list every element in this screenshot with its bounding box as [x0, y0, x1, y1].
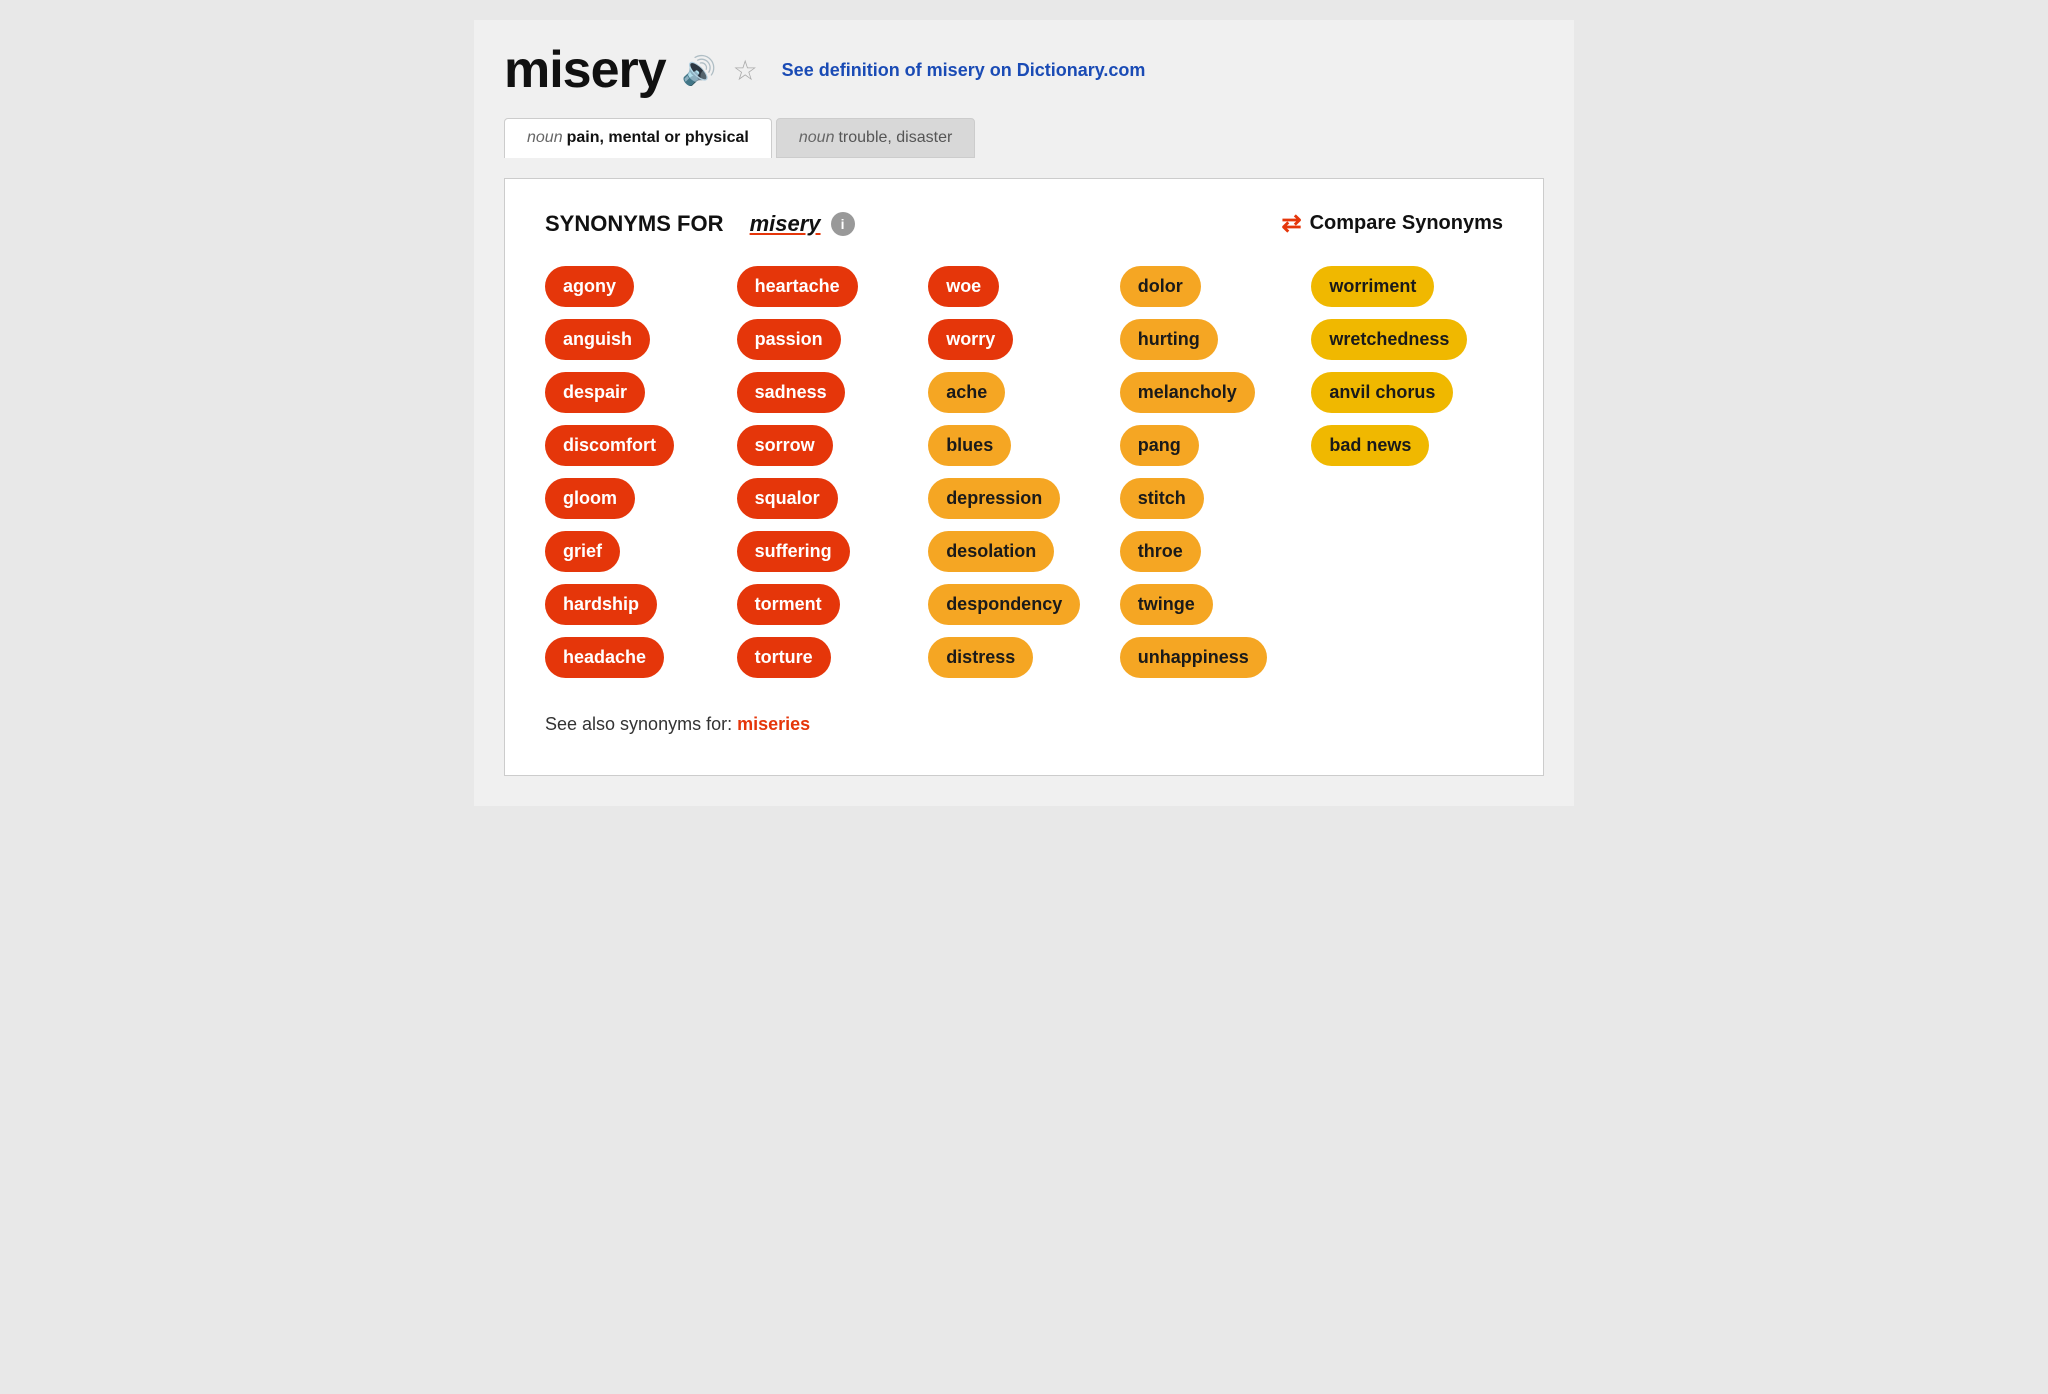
synonym-col-1: agony anguish despair discomfort gloom grief h…	[545, 266, 737, 678]
synonym-pill[interactable]: twinge	[1120, 584, 1213, 625]
synonym-pill[interactable]: sadness	[737, 372, 845, 413]
word-title: misery	[504, 40, 666, 100]
synonyms-title: SYNONYMS FOR misery i	[545, 211, 855, 237]
synonym-pill[interactable]: unhappiness	[1120, 637, 1267, 678]
synonym-pill[interactable]: desolation	[928, 531, 1054, 572]
synonym-pill[interactable]: hardship	[545, 584, 657, 625]
tab2-pos: noun	[799, 129, 835, 146]
synonym-pill[interactable]: squalor	[737, 478, 838, 519]
synonym-col-5: worriment wretchedness anvil chorus bad new…	[1311, 266, 1503, 678]
synonym-pill[interactable]: sorrow	[737, 425, 833, 466]
tab2-desc: trouble, disaster	[838, 129, 952, 146]
synonym-pill[interactable]: despair	[545, 372, 645, 413]
speaker-icon[interactable]: 🔊	[682, 54, 717, 87]
synonym-pill[interactable]: gloom	[545, 478, 635, 519]
synonym-pill[interactable]: distress	[928, 637, 1033, 678]
synonyms-grid: agony anguish despair discomfort gloom grief h…	[545, 266, 1503, 678]
see-also: See also synonyms for: miseries	[545, 714, 1503, 735]
synonym-pill[interactable]: worriment	[1311, 266, 1434, 307]
synonym-pill[interactable]: agony	[545, 266, 634, 307]
synonym-pill[interactable]: headache	[545, 637, 664, 678]
tab1-desc: pain, mental or physical	[567, 129, 749, 146]
compare-arrows-icon: ⇄	[1282, 209, 1302, 238]
tabs-container: nounpain, mental or physical nountrouble…	[504, 118, 1544, 158]
compare-label: Compare Synonyms	[1310, 212, 1503, 235]
synonym-pill[interactable]: blues	[928, 425, 1011, 466]
content-box: SYNONYMS FOR misery i ⇄ Compare Synonyms…	[504, 178, 1544, 776]
synonym-pill[interactable]: worry	[928, 319, 1013, 360]
synonym-pill[interactable]: heartache	[737, 266, 858, 307]
page-wrapper: misery 🔊 ☆ See definition of misery on D…	[474, 20, 1574, 806]
synonym-col-4: dolor hurting melancholy pang stitch throe twi…	[1120, 266, 1312, 678]
synonym-pill[interactable]: depression	[928, 478, 1060, 519]
synonym-pill[interactable]: melancholy	[1120, 372, 1255, 413]
synonym-pill[interactable]: stitch	[1120, 478, 1204, 519]
synonym-col-2: heartache passion sadness sorrow squalor suff…	[737, 266, 929, 678]
synonym-pill[interactable]: suffering	[737, 531, 850, 572]
info-icon[interactable]: i	[831, 212, 855, 236]
star-icon[interactable]: ☆	[733, 54, 758, 87]
synonym-col-3: woe worry ache blues depression desolation des…	[928, 266, 1120, 678]
synonym-pill[interactable]: torture	[737, 637, 831, 678]
synonym-pill[interactable]: despondency	[928, 584, 1080, 625]
synonym-pill[interactable]: dolor	[1120, 266, 1201, 307]
synonym-pill[interactable]: pang	[1120, 425, 1199, 466]
synonym-pill[interactable]: hurting	[1120, 319, 1218, 360]
synonym-pill[interactable]: ache	[928, 372, 1005, 413]
synonym-pill[interactable]: grief	[545, 531, 620, 572]
synonym-pill[interactable]: torment	[737, 584, 840, 625]
synonyms-word: misery	[750, 211, 821, 237]
synonyms-prefix: SYNONYMS FOR	[545, 211, 723, 237]
synonym-pill[interactable]: throe	[1120, 531, 1201, 572]
tab-trouble[interactable]: nountrouble, disaster	[776, 118, 975, 158]
synonym-pill[interactable]: passion	[737, 319, 841, 360]
synonym-pill[interactable]: anvil chorus	[1311, 372, 1453, 413]
see-also-link[interactable]: miseries	[737, 714, 810, 734]
compare-synonyms-button[interactable]: ⇄ Compare Synonyms	[1282, 209, 1504, 238]
synonym-pill[interactable]: discomfort	[545, 425, 674, 466]
tab1-pos: noun	[527, 129, 563, 146]
header: misery 🔊 ☆ See definition of misery on D…	[504, 40, 1544, 100]
dict-link[interactable]: See definition of misery on Dictionary.c…	[782, 60, 1146, 81]
tab-pain[interactable]: nounpain, mental or physical	[504, 118, 772, 158]
synonym-pill[interactable]: wretchedness	[1311, 319, 1467, 360]
synonym-pill[interactable]: bad news	[1311, 425, 1429, 466]
see-also-text: See also synonyms for:	[545, 714, 732, 734]
dict-link-text: See definition of misery on Dictionary.c…	[782, 60, 1146, 80]
synonyms-header: SYNONYMS FOR misery i ⇄ Compare Synonyms	[545, 209, 1503, 238]
synonym-pill[interactable]: woe	[928, 266, 999, 307]
synonym-pill[interactable]: anguish	[545, 319, 650, 360]
